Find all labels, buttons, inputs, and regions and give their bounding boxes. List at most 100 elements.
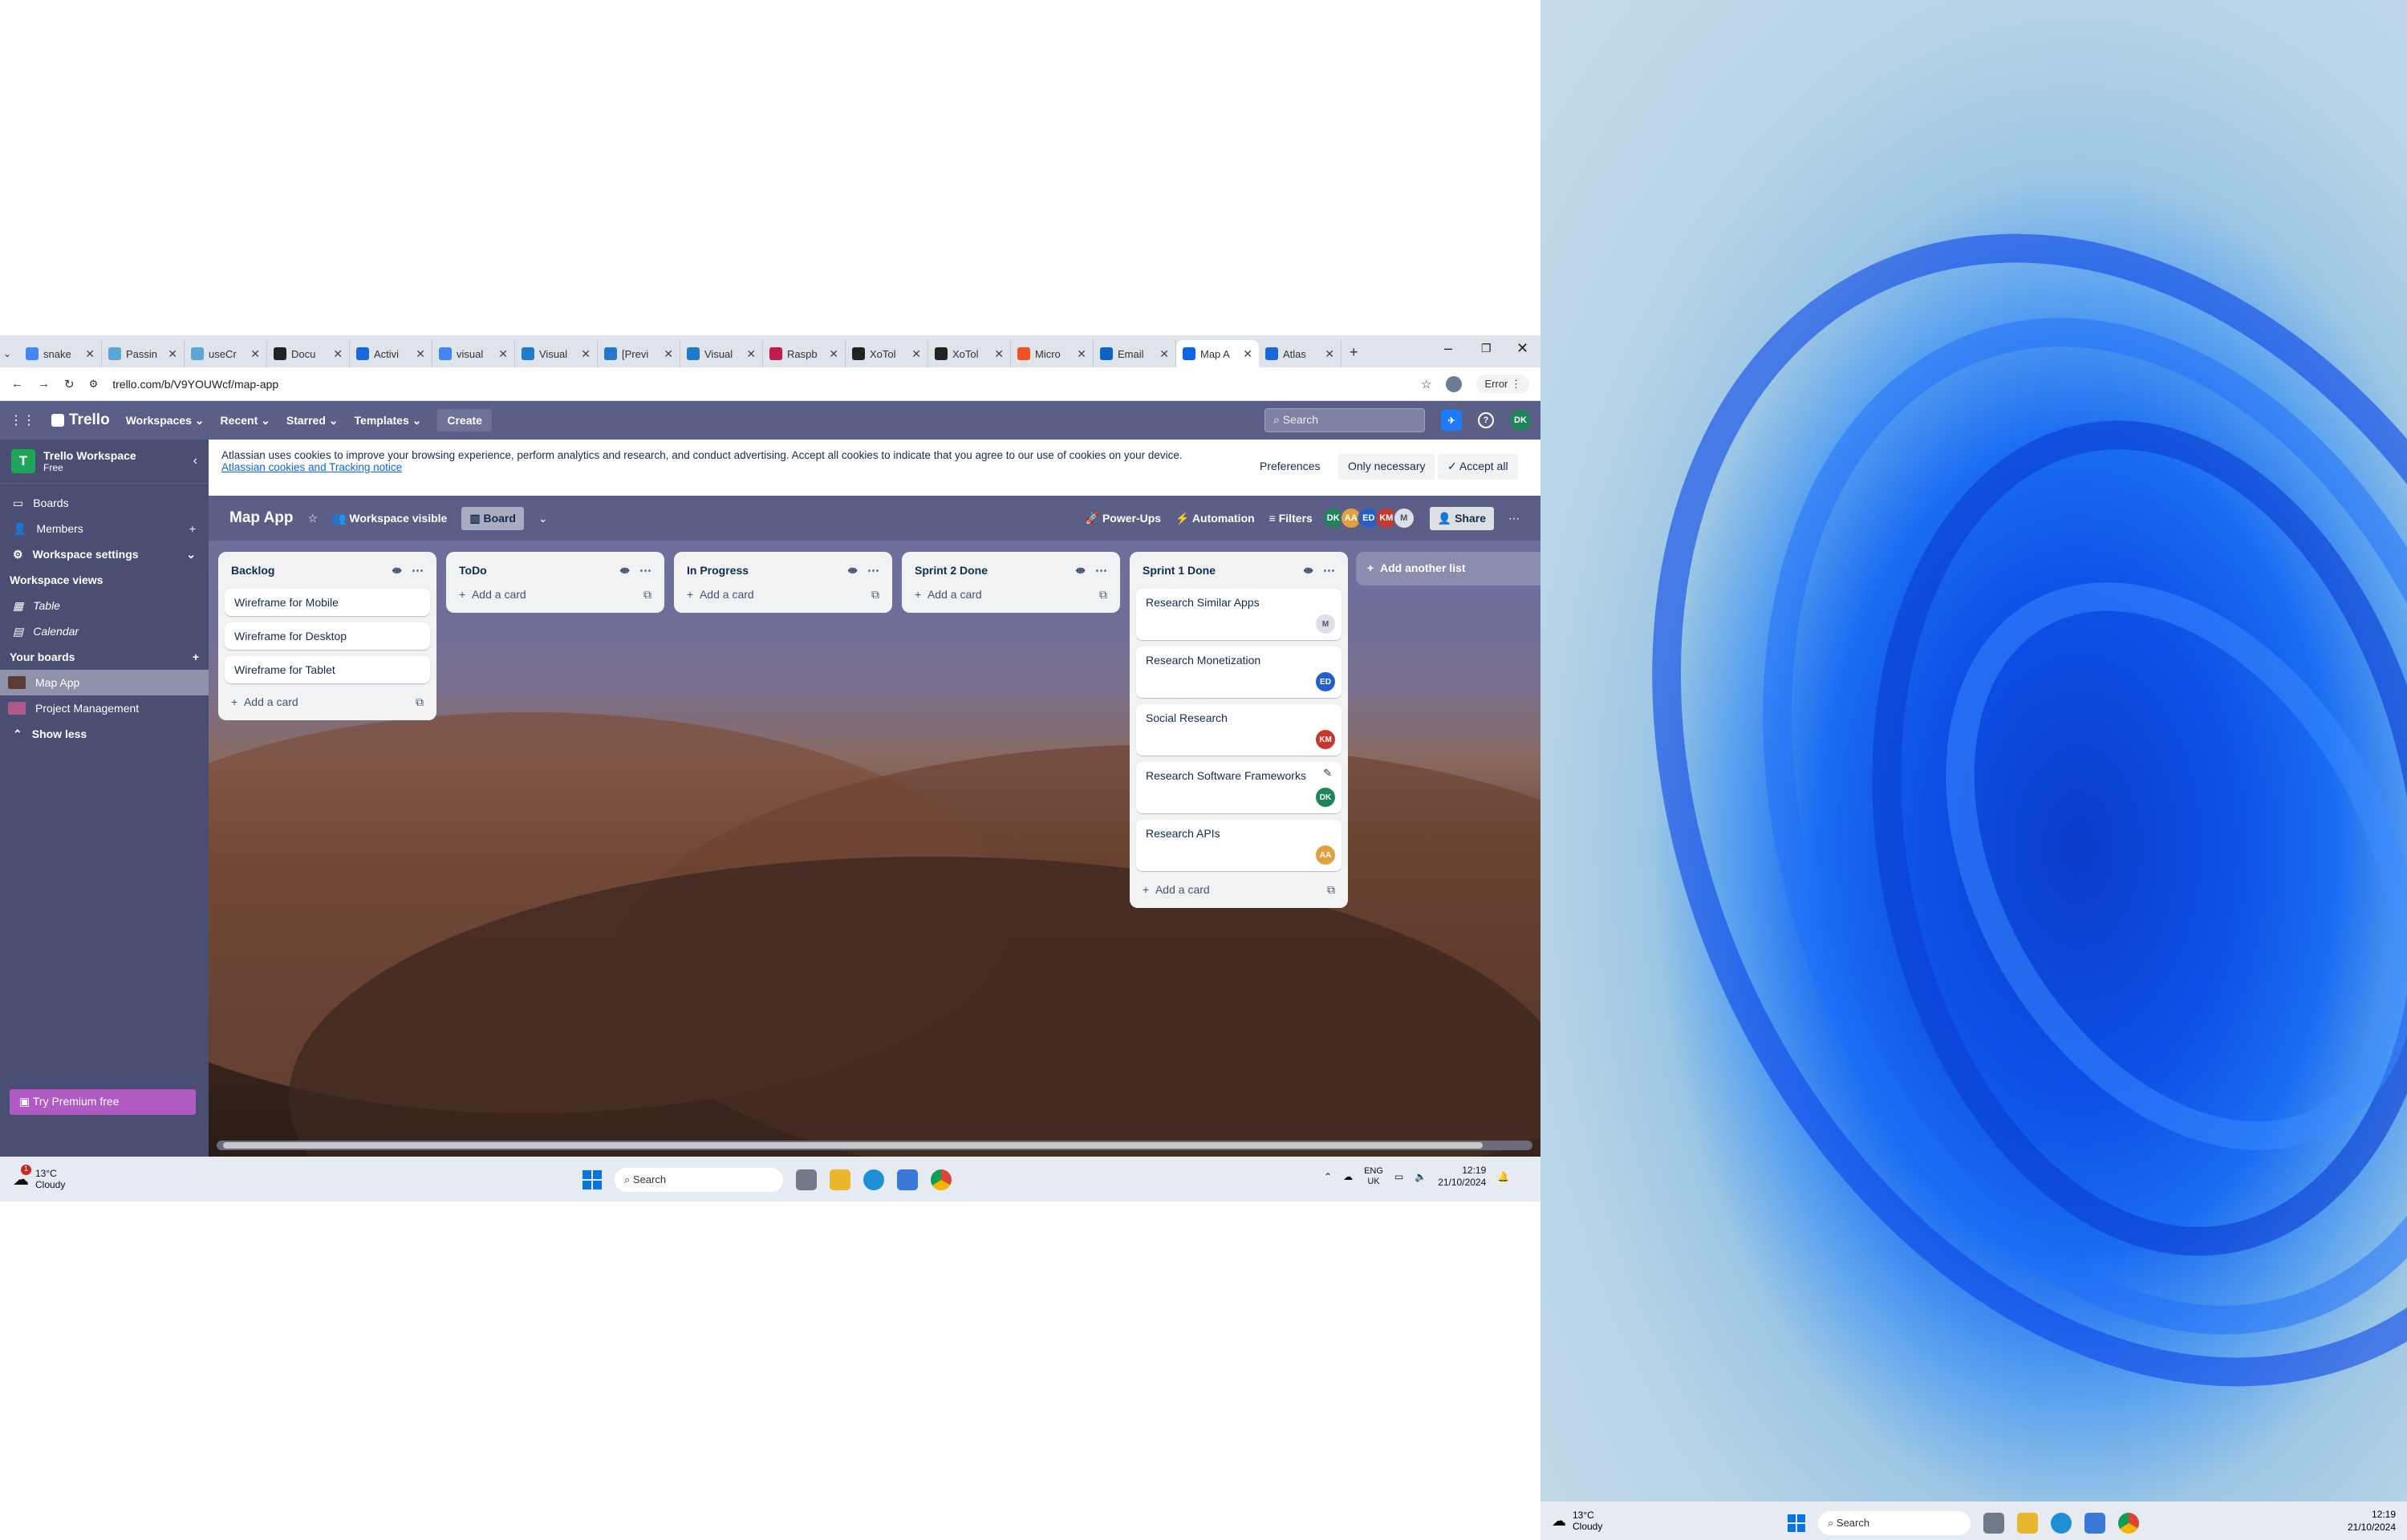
list-menu-icon[interactable]: ⋯ xyxy=(1095,563,1107,578)
close-tab-icon[interactable]: ✕ xyxy=(746,347,756,361)
sidebar-item-calendar[interactable]: ▤ Calendar xyxy=(0,618,209,644)
close-tab-icon[interactable]: ✕ xyxy=(664,347,673,361)
sidebar-board-project-management[interactable]: Project Management xyxy=(0,695,209,721)
browser-tab[interactable]: visual ✕ xyxy=(432,340,515,367)
list-menu-icon[interactable]: ⋯ xyxy=(867,563,879,578)
add-card-button[interactable]: + Add a card ⧉ xyxy=(680,582,886,606)
share-button[interactable]: 👤 Share xyxy=(1429,506,1494,530)
workspace-header[interactable]: T Trello Workspace Free ‹ xyxy=(0,440,209,484)
sidebar-item-boards[interactable]: ▭ Boards xyxy=(0,490,209,516)
restore-icon[interactable]: ❐ xyxy=(1481,342,1492,355)
browser-tab[interactable]: Visual ✕ xyxy=(515,340,598,367)
show-less-button[interactable]: ⌃ Show less xyxy=(0,721,209,747)
taskbar-search[interactable]: ⌕ Search xyxy=(615,1168,783,1192)
user-avatar[interactable]: DK xyxy=(1510,410,1531,431)
task-view-icon[interactable] xyxy=(796,1169,817,1190)
card[interactable]: Wireframe for Mobile xyxy=(225,589,430,616)
back-icon[interactable]: ← xyxy=(11,377,23,391)
chrome-icon[interactable] xyxy=(2118,1513,2139,1534)
card[interactable]: Research Monetization ED xyxy=(1136,646,1342,698)
weather-widget[interactable]: ☁ 13°C Cloudy xyxy=(1540,1510,1781,1532)
close-tab-icon[interactable]: ✕ xyxy=(333,347,343,361)
add-list-button[interactable]: + Add another list xyxy=(1356,552,1540,586)
scrollbar-thumb[interactable] xyxy=(223,1142,1483,1149)
add-card-button[interactable]: + Add a card ⧉ xyxy=(1136,877,1342,902)
list-menu-icon[interactable]: ⋯ xyxy=(412,563,424,578)
collapse-sidebar-icon[interactable]: ‹ xyxy=(193,454,197,468)
template-icon[interactable]: ⧉ xyxy=(416,695,424,709)
notification-bell-icon[interactable]: 🔔 xyxy=(1497,1171,1509,1182)
close-tab-icon[interactable]: ✕ xyxy=(168,347,177,361)
collapse-list-icon[interactable]: ⇼ xyxy=(847,563,858,578)
browser-tab[interactable]: XoTol ✕ xyxy=(928,340,1011,367)
task-view-icon[interactable] xyxy=(1983,1513,2004,1534)
try-premium-button[interactable]: ▣ Try Premium free xyxy=(10,1089,196,1115)
board-view-button[interactable]: ▥ Board xyxy=(461,506,524,530)
accept-all-button[interactable]: ✓ Accept all xyxy=(1438,454,1518,480)
sidebar-item-table[interactable]: ▦ Table xyxy=(0,593,209,618)
card[interactable]: Research Similar Apps M xyxy=(1136,589,1342,640)
list-header[interactable]: Sprint 2 Done ⇼ ⋯ xyxy=(908,558,1114,582)
list-header[interactable]: Sprint 1 Done ⇼ ⋯ xyxy=(1136,558,1342,582)
template-icon[interactable]: ⧉ xyxy=(643,588,651,602)
tab-search-icon[interactable]: ⌄ xyxy=(3,348,19,359)
card[interactable]: Research Software Frameworks ✎ DK xyxy=(1136,762,1342,813)
template-icon[interactable]: ⧉ xyxy=(1099,588,1107,602)
browser-tab[interactable]: Email ✕ xyxy=(1094,340,1176,367)
browser-tab[interactable]: Atlas ✕ xyxy=(1259,340,1342,367)
trello-search-input[interactable]: ⌕ Search xyxy=(1264,408,1425,432)
list-header[interactable]: In Progress ⇼ ⋯ xyxy=(680,558,886,582)
onedrive-icon[interactable]: ☁ xyxy=(1343,1171,1353,1182)
close-tab-icon[interactable]: ✕ xyxy=(85,347,95,361)
list-menu-icon[interactable]: ⋯ xyxy=(639,563,651,578)
only-necessary-button[interactable]: Only necessary xyxy=(1338,454,1435,480)
member-avatar[interactable]: M xyxy=(1392,507,1415,529)
error-button[interactable]: Error ⋮ xyxy=(1476,374,1529,394)
browser-tab[interactable]: snake ✕ xyxy=(19,340,102,367)
browser-tab[interactable]: Activi ✕ xyxy=(350,340,432,367)
start-icon[interactable] xyxy=(1788,1514,1805,1532)
minimize-icon[interactable]: – xyxy=(1444,340,1452,357)
help-icon[interactable]: ? xyxy=(1478,412,1494,428)
language-indicator[interactable]: ENG UK xyxy=(1364,1166,1383,1187)
add-member-icon[interactable]: + xyxy=(189,522,196,535)
start-icon[interactable] xyxy=(582,1170,602,1189)
horizontal-scrollbar[interactable] xyxy=(217,1141,1532,1150)
template-icon[interactable]: ⧉ xyxy=(1327,883,1335,897)
weather-widget[interactable]: ☁ 1 13°C Cloudy xyxy=(0,1164,241,1190)
close-icon[interactable]: ✕ xyxy=(1516,340,1528,357)
card[interactable]: Wireframe for Desktop xyxy=(225,622,430,650)
add-card-button[interactable]: + Add a card ⧉ xyxy=(453,582,658,606)
reload-icon[interactable]: ↻ xyxy=(64,377,75,391)
browser-tab[interactable]: Map A ✕ xyxy=(1176,340,1259,367)
browser-tab[interactable]: Visual ✕ xyxy=(680,340,763,367)
forward-icon[interactable]: → xyxy=(38,377,50,391)
site-info-icon[interactable]: ⚙ xyxy=(89,378,99,391)
add-card-button[interactable]: + Add a card ⧉ xyxy=(908,582,1114,606)
browser-tab[interactable]: Docu ✕ xyxy=(267,340,350,367)
collapse-list-icon[interactable]: ⇼ xyxy=(392,563,402,578)
app-switcher-icon[interactable]: ⋮⋮ xyxy=(10,412,35,428)
templates-menu[interactable]: Templates ⌄ xyxy=(355,414,422,428)
browser-tab[interactable]: Raspb ✕ xyxy=(763,340,846,367)
profile-icon[interactable] xyxy=(1446,375,1463,392)
add-card-button[interactable]: + Add a card ⧉ xyxy=(225,690,430,714)
add-board-icon[interactable]: + xyxy=(193,650,199,663)
power-ups-button[interactable]: 🚀 Power-Ups xyxy=(1086,512,1161,525)
list-header[interactable]: ToDo ⇼ ⋯ xyxy=(453,558,658,582)
volume-icon[interactable]: 🔈 xyxy=(1415,1171,1427,1182)
browser-tab[interactable]: XoTol ✕ xyxy=(846,340,928,367)
visibility-button[interactable]: 👥 Workspace visible xyxy=(332,512,447,525)
cookie-policy-link[interactable]: Atlassian cookies and Tracking notice xyxy=(221,461,402,473)
board-title[interactable]: Map App xyxy=(229,509,294,527)
browser-tab[interactable]: [Previ ✕ xyxy=(598,340,680,367)
list-header[interactable]: Backlog ⇼ ⋯ xyxy=(225,558,430,582)
close-tab-icon[interactable]: ✕ xyxy=(1159,347,1169,361)
new-tab-button[interactable]: + xyxy=(1350,344,1358,361)
close-tab-icon[interactable]: ✕ xyxy=(1077,347,1086,361)
tray-overflow-icon[interactable]: ⌃ xyxy=(1324,1171,1332,1182)
browser-tab[interactable]: useCr ✕ xyxy=(185,340,267,367)
close-tab-icon[interactable]: ✕ xyxy=(581,347,591,361)
collapse-list-icon[interactable]: ⇼ xyxy=(1075,563,1086,578)
preferences-button[interactable]: Preferences xyxy=(1250,454,1330,480)
